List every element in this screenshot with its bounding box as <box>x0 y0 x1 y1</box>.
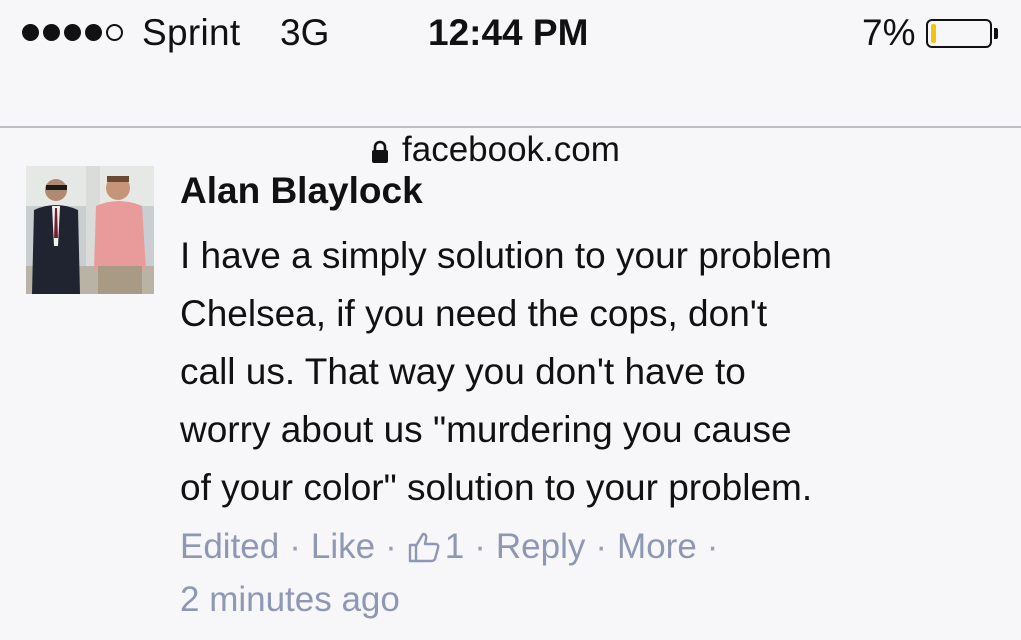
signal-dot <box>64 24 81 41</box>
separator: · <box>289 527 301 566</box>
comment-line: of your color" solution to your problem. <box>180 467 813 508</box>
url-text[interactable]: facebook.com <box>402 130 620 170</box>
comment-body: I have a simply solution to your problem… <box>180 227 1010 517</box>
signal-dot <box>106 24 123 41</box>
battery-icon <box>926 19 992 48</box>
reply-button[interactable]: Reply <box>496 527 585 567</box>
comment-line: I have a simply solution to your problem <box>180 235 832 276</box>
header-divider <box>0 126 1021 128</box>
like-count-value: 1 <box>444 527 465 566</box>
battery-percent: 7% <box>862 12 916 53</box>
address-bar[interactable]: facebook.com <box>0 62 1021 169</box>
comment-line: worry about us "murdering you cause <box>180 409 792 450</box>
separator: · <box>385 527 397 566</box>
signal-dot <box>22 24 39 41</box>
like-count[interactable]: 1 <box>407 527 464 567</box>
avatar[interactable] <box>26 166 154 294</box>
edited-link[interactable]: Edited <box>180 527 279 567</box>
signal-dot <box>85 24 102 41</box>
separator: · <box>595 527 608 566</box>
comment-line: Chelsea, if you need the cops, don't <box>180 293 768 334</box>
separator: · <box>706 527 719 566</box>
status-time: 12:44 PM <box>428 12 589 53</box>
avatar-photo <box>26 166 154 294</box>
comment-actions: Edited · Like · 1 · Reply · More · <box>180 527 728 567</box>
signal-strength-icon <box>22 24 123 41</box>
separator: · <box>474 527 486 566</box>
signal-dot <box>43 24 60 41</box>
status-bar: Sprint 3G 12:44 PM 7% <box>0 0 1021 62</box>
battery-tip <box>994 28 998 39</box>
like-button[interactable]: Like <box>311 527 375 567</box>
battery-level-fill <box>931 24 936 43</box>
thumbs-up-icon <box>408 532 440 563</box>
comment-timestamp[interactable]: 2 minutes ago <box>180 580 400 620</box>
comment-author[interactable]: Alan Blaylock <box>180 170 423 212</box>
more-button[interactable]: More <box>617 527 697 567</box>
comment-line: call us. That way you don't have to <box>180 351 746 392</box>
carrier-name: Sprint <box>142 12 241 53</box>
network-type: 3G <box>280 12 330 53</box>
lock-icon <box>372 140 388 163</box>
